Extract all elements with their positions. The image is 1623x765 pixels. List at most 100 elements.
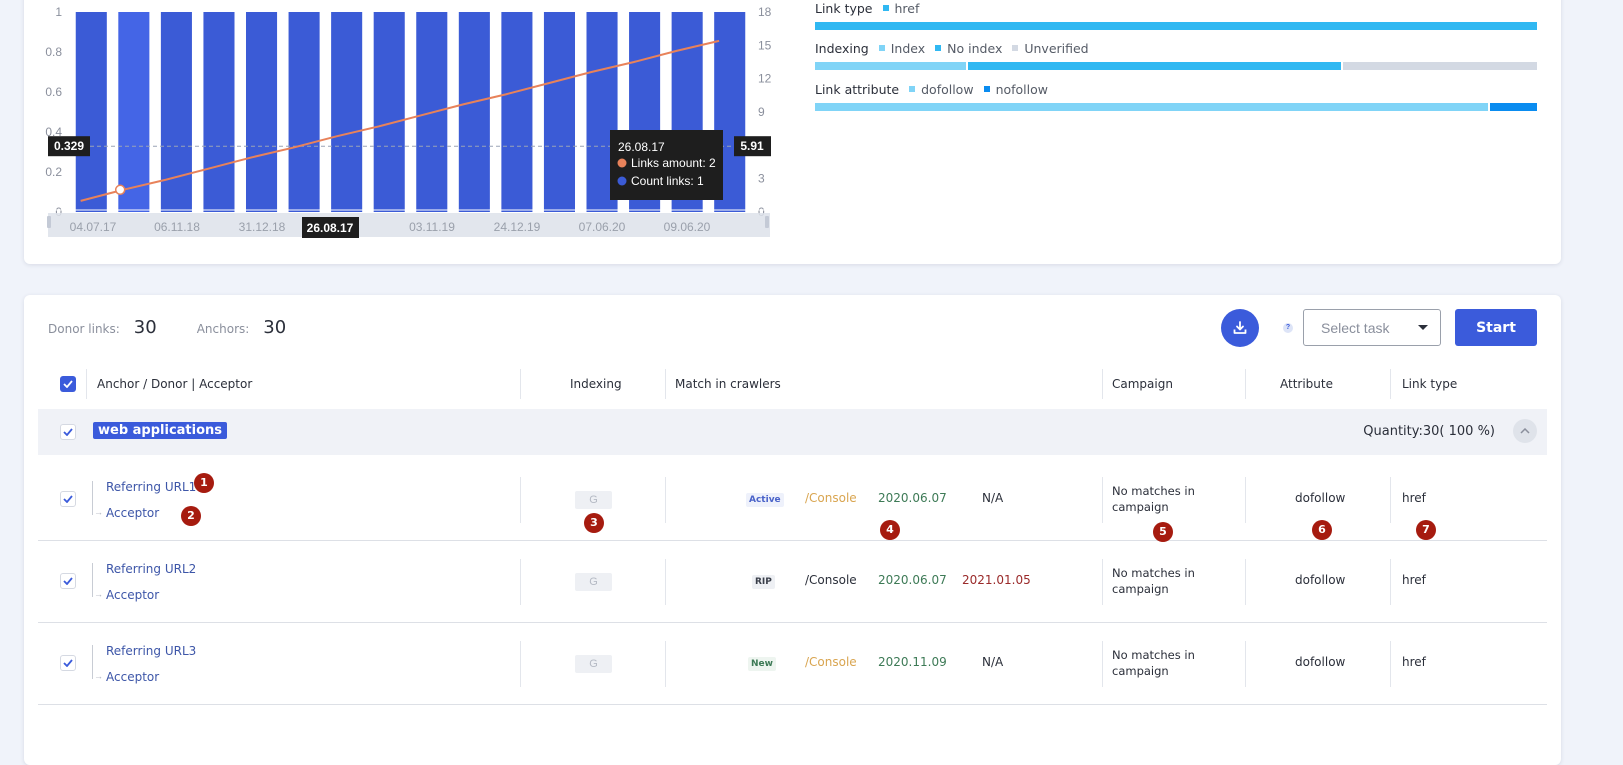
header-campaign[interactable]: Campaign (1112, 365, 1173, 403)
link-type: href (1402, 491, 1426, 505)
y-right-tick: 18 (758, 5, 772, 19)
bar-count-links (203, 12, 235, 212)
stat-bar-segment (815, 62, 966, 70)
column-divider (1390, 369, 1391, 399)
table-header: Anchor / Donor | Acceptor Indexing Match… (38, 365, 1547, 403)
legend-item[interactable]: Index (878, 41, 925, 56)
anchors-value: 30 (263, 317, 287, 338)
donor-links-label: Donor links: (48, 322, 120, 336)
row-checkbox[interactable] (60, 655, 76, 671)
x-tick-label: 04.07.17 (70, 220, 117, 234)
legend-item[interactable]: href (882, 0, 920, 16)
bar-count-links (331, 12, 363, 212)
tooltip-item: Count links: 1 (631, 174, 704, 188)
referring-url-link[interactable]: Referring URL1 (106, 480, 196, 494)
stat-bar-segment (815, 22, 1537, 30)
last-seen-date: N/A (982, 655, 1004, 669)
group-row: web applications Quantity:30( 100 %) (38, 409, 1547, 455)
legend-item[interactable]: dofollow (909, 82, 974, 97)
header-attribute[interactable]: Attribute (1280, 365, 1333, 403)
help-icon[interactable]: ? (1283, 323, 1293, 333)
acceptor-link[interactable]: Acceptor (106, 506, 159, 520)
acceptor-link[interactable]: Acceptor (106, 588, 159, 602)
stat-title: Link type (815, 0, 873, 16)
status-badge: RIP (752, 575, 775, 589)
column-divider (1245, 369, 1246, 399)
acceptor-link[interactable]: Acceptor (106, 670, 159, 684)
column-divider (86, 369, 87, 399)
header-link-type[interactable]: Link type (1402, 365, 1457, 403)
annotation-marker: 1 (194, 473, 214, 493)
stat-bar-segment (815, 103, 1489, 111)
annotation-marker: 7 (1416, 520, 1436, 540)
last-seen-date: 2021.01.05 (962, 573, 1031, 587)
link-type: href (1402, 573, 1426, 587)
annotation-marker: 3 (584, 513, 604, 533)
stat-bar-segment (967, 62, 1342, 70)
check-icon (63, 659, 73, 667)
select-all-checkbox[interactable] (60, 376, 76, 392)
column-divider (1102, 369, 1103, 399)
tooltip-date: 26.08.17 (618, 140, 665, 154)
legend-label: href (894, 0, 920, 16)
y-left-tick: 1 (55, 5, 62, 19)
last-seen-date: N/A (982, 491, 1004, 505)
console-source: /Console (805, 573, 857, 587)
first-seen-date: 2020.11.09 (878, 655, 947, 669)
tree-arrow-icon: → (94, 589, 103, 599)
y-right-crosshair-value: 5.91 (740, 139, 764, 153)
stat-link-type: Link type href (815, 0, 1537, 30)
group-checkbox[interactable] (60, 424, 76, 440)
column-divider (1102, 477, 1103, 523)
check-icon (63, 380, 73, 388)
x-tick-label: 31.12.18 (239, 220, 286, 234)
y-left-tick: 0.8 (45, 45, 62, 59)
column-divider (665, 477, 666, 523)
collapse-group-button[interactable] (1513, 419, 1537, 443)
stat-indexing: Indexing Index No index Unverified (815, 40, 1537, 70)
row-checkbox[interactable] (60, 491, 76, 507)
legend-swatch-icon (983, 86, 990, 92)
link-attribute: dofollow (1295, 491, 1346, 505)
stat-bar (815, 22, 1537, 30)
referring-url-link[interactable]: Referring URL3 (106, 644, 196, 658)
stat-title: Link attribute (815, 81, 900, 97)
referring-url-link[interactable]: Referring URL2 (106, 562, 196, 576)
annotation-marker: 6 (1312, 520, 1332, 540)
summary: Donor links: 30 Anchors: 30 (48, 317, 326, 338)
console-source: /Console (805, 655, 857, 669)
google-index-badge: G (575, 655, 612, 673)
bar-count-links (501, 12, 533, 212)
link-attribute: dofollow (1295, 573, 1346, 587)
bar-count-links (288, 12, 320, 212)
bar-count-links (458, 12, 490, 212)
legend-label: Unverified (1024, 40, 1089, 56)
x-tick-label: 06.11.18 (154, 220, 200, 234)
legend-item[interactable]: Unverified (1012, 40, 1089, 56)
select-task-placeholder: Select task (1321, 319, 1390, 336)
bar-count-links (245, 12, 278, 212)
header-match-in-crawlers[interactable]: Match in crawlers (675, 365, 781, 403)
bar-count-links (160, 12, 192, 212)
tooltip-legend-dot (617, 158, 627, 168)
download-icon (1233, 321, 1247, 334)
table-row: → Referring URL3 Acceptor G New /Console… (38, 623, 1547, 705)
legend-item[interactable]: nofollow (983, 82, 1048, 97)
select-task-dropdown[interactable]: Select task (1303, 309, 1441, 346)
header-indexing[interactable]: Indexing (570, 365, 622, 403)
scroller-handle-right (765, 216, 769, 228)
column-divider (1102, 559, 1103, 605)
row-checkbox[interactable] (60, 573, 76, 589)
column-divider (1245, 559, 1246, 605)
legend-item[interactable]: No index (935, 41, 1002, 56)
legend-label: No index (947, 40, 1003, 56)
y-left-tick: 0.2 (45, 165, 62, 179)
x-crosshair-value: 26.08.17 (307, 221, 354, 235)
legend-swatch-icon (909, 86, 916, 92)
scroller-handle-left (47, 216, 51, 228)
download-button[interactable] (1221, 309, 1259, 347)
header-anchor[interactable]: Anchor / Donor | Acceptor (97, 365, 252, 403)
links-chart[interactable]: 00.20.40.60.81 0369121518 04.07.1706.11.… (0, 0, 800, 250)
start-button[interactable]: Start (1455, 309, 1537, 346)
column-divider (1390, 641, 1391, 687)
